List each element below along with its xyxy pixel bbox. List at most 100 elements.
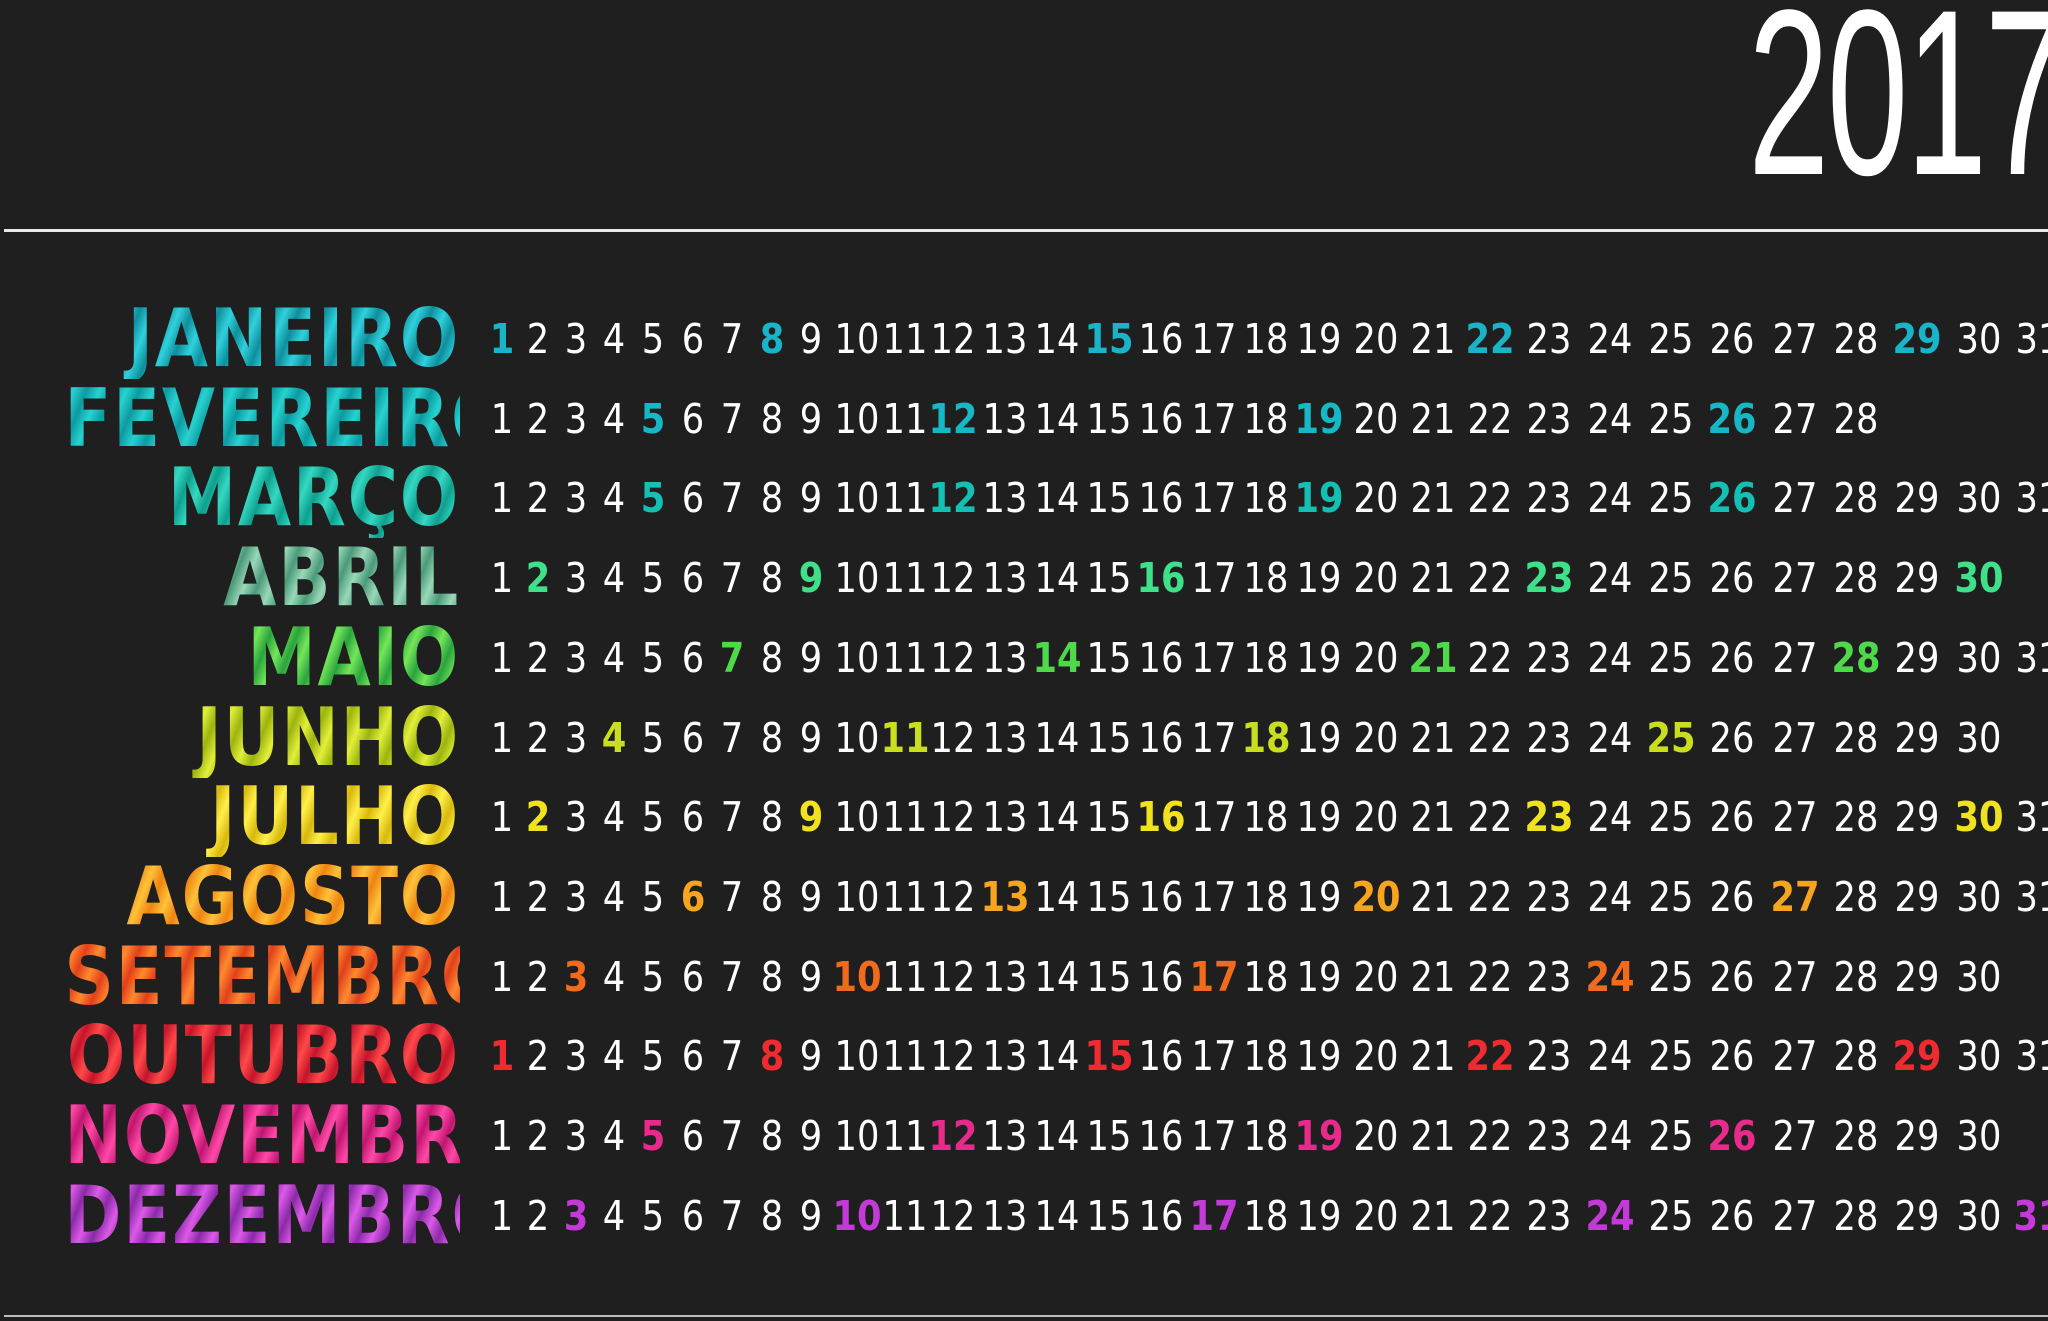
day: 25 xyxy=(1648,952,1694,1001)
month-row-agosto: AGOSTO 1 2 3 4 5 6 7 8 9 10 11 12 13 14 15 16 17 18 19 20 21 2… xyxy=(0,856,2048,937)
day: 29 xyxy=(1894,952,1940,1001)
day: 23 xyxy=(1526,952,1572,1001)
day: 28 xyxy=(1833,474,1879,523)
day: 28 xyxy=(1833,1032,1879,1081)
day: 28 xyxy=(1833,315,1879,363)
month-row-setembro: SETEMBRO 1 2 3 4 5 6 7 8 9 10 11 12 13 14 15 16 17 18 19 20 2… xyxy=(0,936,2048,1017)
day: 23 xyxy=(1526,315,1572,363)
day: 29 xyxy=(1894,793,1940,842)
day-sunday: 24 xyxy=(1585,952,1635,1001)
day: 26 xyxy=(1709,713,1755,762)
day: 31 xyxy=(2015,793,2048,842)
day-sunday: 25 xyxy=(1646,713,1696,762)
day: 24 xyxy=(1587,394,1633,443)
month-row-maio: MAIO 1 2 3 4 5 6 7 8 9 10 11 12 13 14 15 16 17 18 19 20 21 22 2… xyxy=(0,617,2048,698)
day: 31 xyxy=(2015,872,2048,921)
day: 25 xyxy=(1648,1191,1694,1240)
month-row-março: MARÇO 1 2 3 4 5 6 7 8 9 10 11 12 13 14 15 16 17 18 19 20 21 22… xyxy=(0,458,2048,538)
day: 25 xyxy=(1648,315,1694,363)
day: 27 xyxy=(1772,713,1818,762)
day: 27 xyxy=(1772,633,1818,682)
day: 25 xyxy=(1648,554,1694,603)
day-sunday: 28 xyxy=(1831,633,1881,682)
day: 28 xyxy=(1833,872,1879,921)
day: 24 xyxy=(1587,633,1633,682)
day: 23 xyxy=(1526,872,1572,921)
day-sunday: 30 xyxy=(1954,554,2004,603)
month-row-fevereiro: FEVEREIRO 1 2 3 4 5 6 7 8 9 10 11 12 13 14 15 16 17 18 19 20… xyxy=(0,371,2048,465)
day: 26 xyxy=(1709,315,1755,363)
day: 25 xyxy=(1648,394,1694,443)
day: 26 xyxy=(1709,952,1755,1001)
day-sunday: 31 xyxy=(2013,1191,2048,1240)
month-label: NOVEMBRO xyxy=(64,1089,525,1182)
day: 27 xyxy=(1772,474,1818,523)
day-sunday: 29 xyxy=(1892,1032,1942,1081)
month-label: JULHO xyxy=(64,777,460,857)
day-sunday: 23 xyxy=(1524,793,1574,842)
day: 27 xyxy=(1772,315,1818,363)
month-row-dezembro: DEZEMBRO 1 2 3 4 5 6 7 8 9 10 11 12 13 14 15 16 17 18 19 20 2… xyxy=(0,1175,2048,1256)
month-row-outubro: OUTUBRO 1 2 3 4 5 6 7 8 9 10 11 12 13 14 15 16 17 18 19 20 21… xyxy=(0,1016,2048,1096)
day: 28 xyxy=(1833,1191,1879,1240)
day: 24 xyxy=(1587,1032,1633,1081)
day: 23 xyxy=(1526,1112,1572,1160)
day: 30 xyxy=(1956,952,2002,1001)
day: 27 xyxy=(1772,1112,1818,1160)
day: 30 xyxy=(1956,713,2002,762)
day-sunday: 26 xyxy=(1707,474,1757,523)
day: 30 xyxy=(1956,1112,2002,1160)
month-label: JUNHO xyxy=(64,697,460,778)
month-row-novembro: NOVEMBRO 1 2 3 4 5 6 7 8 9 10 11 12 13 14 15 16 17 18 19 20 2… xyxy=(0,1096,2048,1176)
day: 23 xyxy=(1526,633,1572,682)
day: 29 xyxy=(1894,633,1940,682)
day: 23 xyxy=(1526,1191,1572,1240)
day: 28 xyxy=(1833,713,1879,762)
day: 27 xyxy=(1772,1191,1818,1240)
day-sunday: 26 xyxy=(1707,1112,1757,1160)
day: 31 xyxy=(2015,474,2048,523)
day: 31 xyxy=(2015,315,2048,363)
day: 26 xyxy=(1709,1191,1755,1240)
year-title: 2017 xyxy=(1748,0,2048,225)
day: 25 xyxy=(1648,633,1694,682)
day-sunday: 26 xyxy=(1707,394,1757,443)
month-label: FEVEREIRO xyxy=(64,371,512,465)
day: 23 xyxy=(1526,713,1572,762)
day: 29 xyxy=(1894,1191,1940,1240)
day-sunday: 27 xyxy=(1770,872,1820,921)
day: 28 xyxy=(1833,1112,1879,1160)
day: 27 xyxy=(1772,1032,1818,1081)
day: 28 xyxy=(1833,554,1879,603)
day: 25 xyxy=(1648,872,1694,921)
month-label: MARÇO xyxy=(64,458,460,538)
day: 26 xyxy=(1709,872,1755,921)
month-row-abril: ABRIL 1 2 3 4 5 6 7 8 9 10 11 12 13 14 15 16 17 18 19 20 21 22… xyxy=(0,538,2048,618)
month-label: AGOSTO xyxy=(64,856,460,937)
day: 24 xyxy=(1587,1112,1633,1160)
day: 28 xyxy=(1833,793,1879,842)
day: 29 xyxy=(1894,713,1940,762)
day: 29 xyxy=(1894,474,1940,523)
day: 28 xyxy=(1833,394,1879,443)
day: 28 xyxy=(1833,952,1879,1001)
month-label: MAIO xyxy=(64,617,460,698)
day: 29 xyxy=(1894,872,1940,921)
day: 26 xyxy=(1709,1032,1755,1081)
day: 29 xyxy=(1894,1112,1940,1160)
month-label: JANEIRO xyxy=(64,299,460,379)
day: 25 xyxy=(1648,1032,1694,1081)
day: 29 xyxy=(1894,554,1940,603)
day: 27 xyxy=(1772,554,1818,603)
day: 26 xyxy=(1709,793,1755,842)
calendar-page: 2017 JANEIRO 1 2 3 4 5 6 7 8 9 10 11 12 13 14 15 16 17 18 1… xyxy=(0,0,2048,1321)
day: 23 xyxy=(1526,1032,1572,1081)
day: 27 xyxy=(1772,793,1818,842)
day-sunday: 24 xyxy=(1585,1191,1635,1240)
day: 26 xyxy=(1709,633,1755,682)
day: 24 xyxy=(1587,554,1633,603)
day-sunday: 29 xyxy=(1892,315,1942,363)
day: 25 xyxy=(1648,1112,1694,1160)
month-row-janeiro: JANEIRO 1 2 3 4 5 6 7 8 9 10 11 12 13 14 15 16 17 18 19 20 21… xyxy=(0,299,2048,379)
day: 24 xyxy=(1587,793,1633,842)
